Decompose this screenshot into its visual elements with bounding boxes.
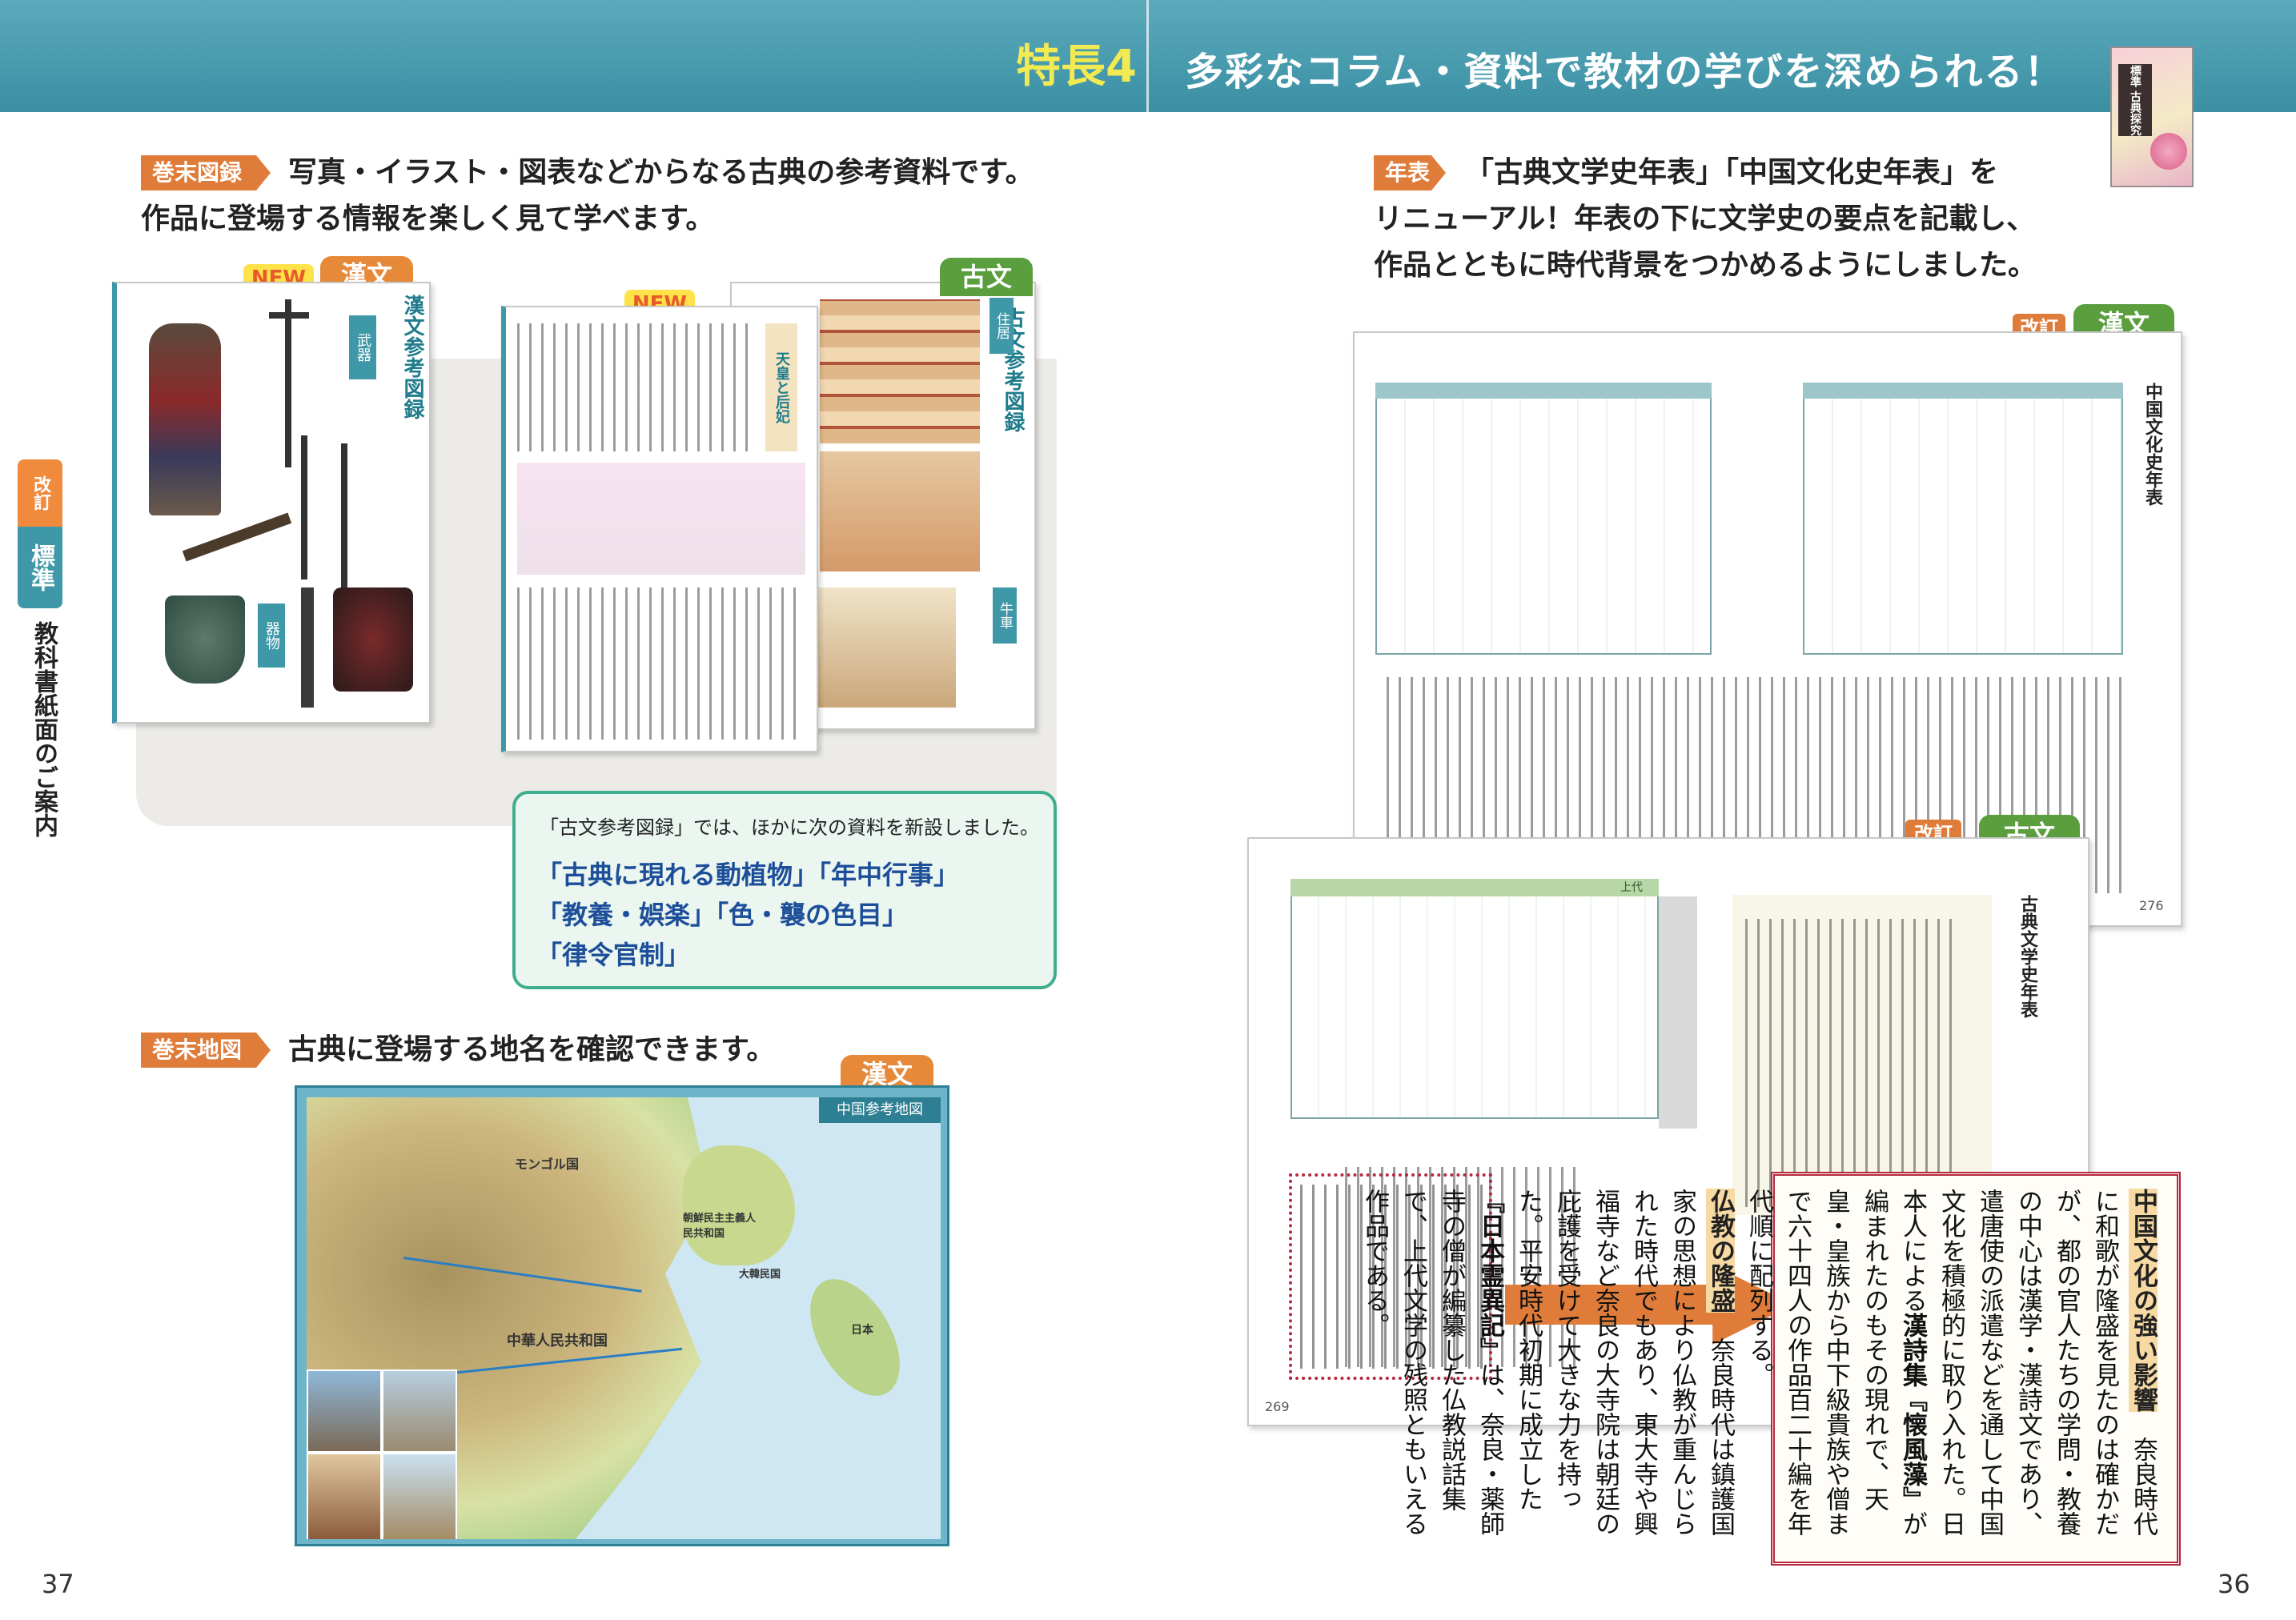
map-title: 中国参考地図 [819, 1097, 941, 1123]
kanbun-zuroku-page: 漢文参考図録 武器 器物 [112, 282, 431, 724]
halberd-blade-image [269, 312, 309, 319]
nenpyo-headline-1: 「古典文学史年表」「中国文化史年表」を [1465, 156, 1999, 189]
excerpt-body-1: 奈良時代に和歌が隆盛を見たのは確かだが、都の官人たちの学問・教養の中心は漢学・漢… [1898, 1189, 2158, 1536]
gissha-label: 牛車 [993, 587, 1017, 644]
landscape-photo [382, 1369, 457, 1453]
excerpt-bold-1: 漢詩集『懐風藻』 [1898, 1313, 1927, 1511]
map-headline: 古典に登場する地名を確認できます。 [288, 1033, 776, 1066]
new-resources-note: 「古文参考図録」では、ほかに次の資料を新設しました。 「古典に現れる動植物」「年… [512, 791, 1057, 989]
page-number-left: 37 [42, 1569, 74, 1599]
mongolia-label: モンゴル国 [515, 1157, 580, 1172]
note-item: 「律令官制」 [536, 940, 691, 970]
header-divider [1146, 0, 1149, 112]
excerpt-heading-1: 中国文化の強い影響 [2129, 1189, 2158, 1412]
joudai-row: 上代 [1290, 879, 1659, 896]
vessel-label: 器物 [258, 603, 285, 668]
jukyo-label: 住居 [989, 298, 1014, 354]
heian-label: 天皇と后妃 [765, 323, 797, 451]
zuroku-headline-1: 写真・イラスト・図表などからなる古典の参考資料です。 [288, 156, 1034, 189]
enlarged-excerpt: 中国文化の強い影響 奈良時代に和歌が隆盛を見たのは確かだが、都の官人たちの学問・… [1360, 1172, 2181, 1566]
koten-nenpyo-title: 古典文学史年表 [2017, 895, 2037, 1018]
zuroku-headline-2: 作品に登場する情報を楽しく見て学べます。 [141, 202, 715, 235]
weapon-label: 武器 [349, 315, 376, 379]
cover-flower-icon [2150, 133, 2187, 170]
zuroku-tag: 巻末図録 [141, 155, 271, 190]
page-number-269: 269 [1265, 1399, 1290, 1414]
warrior-figure-image [149, 323, 221, 515]
landscape-photo [307, 1453, 382, 1539]
excerpt-heading-2: 仏教の隆盛 [1706, 1189, 1735, 1313]
halberd-image [285, 299, 291, 467]
nenpyo-headline-2: リニューアル！年表の下に文学史の要点を記載し、 [1374, 202, 2036, 235]
sword-image [301, 587, 314, 708]
text-block [517, 323, 757, 451]
kanbun-zuroku-title: 漢文参考図録 [400, 295, 424, 419]
crossbow-image [182, 512, 292, 562]
japan-label: 日本 [851, 1324, 873, 1337]
note-item: 「古典に現れる動植物」「年中行事」 [536, 860, 960, 890]
timeline-table [1803, 383, 2123, 655]
excerpt-text: 中国文化の強い影響 奈良時代に和歌が隆盛を見たのは確かだが、都の官人たちの学問・… [1360, 1189, 2162, 1549]
south-korea-label: 大韓民国 [739, 1269, 781, 1281]
china-map-page: 中国参考地図 モンゴル国 中華人民共和国 朝鮮民主主義人民共和国 大韓民国 日本 [295, 1085, 949, 1546]
bronze-vessel-image [165, 595, 245, 684]
map-tag: 巻末地図 [141, 1033, 271, 1068]
kinship-diagram [517, 463, 805, 575]
landscape-photo [307, 1369, 382, 1453]
feature-number: 特長4 [1016, 41, 1137, 93]
chuugoku-nenpyo-title: 中国文化史年表 [2142, 383, 2162, 506]
palace-hall-image [820, 451, 980, 571]
korea-shape [683, 1145, 795, 1265]
page-number-right: 36 [2218, 1569, 2250, 1599]
excerpt-body-3: 奈良時代は鎮護国家の思想により仏教が重んじられた時代でもあり、東大寺や興福寺など… [1514, 1189, 1735, 1536]
sidebar-standard-tab: 標準 [18, 527, 62, 608]
china-map: 中国参考地図 モンゴル国 中華人民共和国 朝鮮民主主義人民共和国 大韓民国 日本 [307, 1097, 941, 1539]
timeline-table [1375, 383, 1712, 655]
feature-title: 多彩なコラム・資料で教材の学びを深められる！ [1185, 50, 2065, 94]
timeline-header-row [1803, 383, 2123, 399]
text-block-2 [517, 587, 805, 740]
spear2-image [341, 443, 347, 587]
sidebar-revised-tab: 改訂 [18, 459, 62, 527]
timeline-table [1290, 879, 1659, 1119]
spear-image [301, 435, 307, 579]
armor-image [333, 587, 413, 692]
excerpt-bold-2: 『日本霊異記』 [1475, 1189, 1504, 1362]
era-summary-text [1745, 919, 1961, 1207]
japan-shape [792, 1264, 918, 1411]
north-korea-label: 朝鮮民主主義人民共和国 [683, 1213, 757, 1240]
kobun-text-page: 天皇と后妃 [501, 306, 818, 752]
china-label: 中華人民共和国 [507, 1333, 608, 1349]
cover-label: 標準 古典探究 [2118, 64, 2152, 136]
landscape-photo [382, 1453, 457, 1539]
note-intro: 「古文参考図録」では、ほかに次の資料を新設しました。 [540, 816, 1039, 839]
nenpyo-tag: 年表 [1374, 155, 1446, 190]
textbook-cover-image: 標準 古典探究 [2110, 46, 2194, 187]
palace-plan-image [820, 299, 980, 443]
page-number-276: 276 [2139, 898, 2164, 913]
note-item: 「教養・娯楽」「色・襲の色目」 [536, 900, 909, 930]
nenpyo-headline-3: 作品とともに時代背景をつかめるようにしました。 [1374, 249, 2037, 282]
sidebar-guide-label: 教科書紙面のご案内 [30, 621, 58, 837]
timeline-header-row [1375, 383, 1712, 399]
kobun-pill: 古文 [940, 258, 1033, 296]
timeline-side-column [1659, 896, 1697, 1129]
